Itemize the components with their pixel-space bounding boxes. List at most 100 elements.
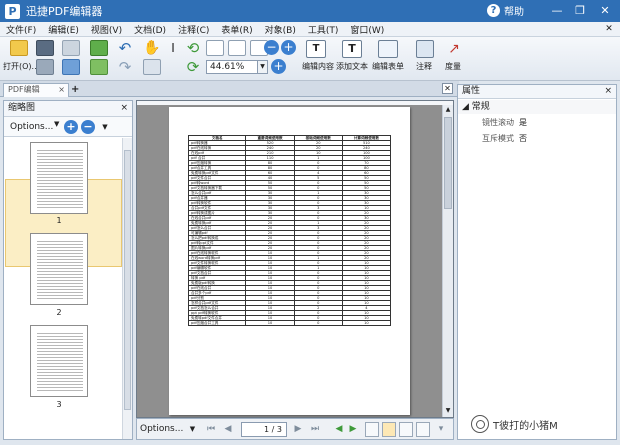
maximize-button[interactable]: ❐ bbox=[571, 3, 589, 19]
document-tab[interactable]: PDF编辑 × bbox=[3, 83, 69, 97]
edit-content-icon[interactable]: T bbox=[306, 40, 326, 58]
thumbnail-enlarge-icon[interactable]: + bbox=[64, 120, 78, 134]
facing-view-icon[interactable] bbox=[399, 422, 413, 437]
previous-page-icon[interactable]: ◀ bbox=[222, 424, 234, 435]
fit-page-icon[interactable] bbox=[228, 40, 246, 56]
property-value[interactable]: 否 bbox=[519, 132, 527, 146]
wechat-logo-icon bbox=[471, 415, 489, 433]
menu-document[interactable]: 文档(D) bbox=[128, 23, 172, 36]
property-row-exclusive[interactable]: 互斥模式 否 bbox=[458, 132, 616, 146]
thumbnail-label-2: 2 bbox=[56, 308, 62, 317]
menu-bar: 文件(F) 编辑(E) 视图(V) 文档(D) 注释(C) 表单(R) 对象(B… bbox=[0, 22, 620, 37]
scroll-down-icon[interactable]: ▼ bbox=[444, 407, 452, 414]
document-tab-title: PDF编辑 bbox=[8, 85, 40, 94]
measure-button[interactable]: 度量 bbox=[445, 61, 461, 72]
hand-tool-icon[interactable]: ✋ bbox=[143, 40, 161, 56]
back-icon[interactable]: ◀ bbox=[333, 424, 345, 435]
menu-close-icon[interactable]: ✕ bbox=[603, 23, 615, 35]
open-button[interactable]: 打开(O)... bbox=[3, 61, 39, 72]
document-viewer[interactable]: 文档名 重要词频使用数 基础词频使用数 计算词频使用数 pdf转换器 520 20 5… bbox=[136, 100, 454, 418]
thumbnails-options-dropdown[interactable]: Options... bbox=[8, 120, 60, 135]
viewer-scroll-thumb[interactable] bbox=[444, 117, 452, 209]
email-icon[interactable] bbox=[62, 59, 80, 75]
zoom-in-icon[interactable]: + bbox=[281, 40, 296, 55]
redo-icon[interactable]: ↷ bbox=[116, 59, 134, 75]
thumbnail-page-3[interactable] bbox=[30, 325, 88, 397]
property-group-general[interactable]: ◢ 常规 bbox=[458, 100, 616, 114]
chevron-down-icon: ▼ bbox=[54, 120, 60, 128]
menu-view[interactable]: 视图(V) bbox=[85, 23, 128, 36]
minimize-button[interactable]: — bbox=[548, 3, 566, 19]
table-cell: 10 bbox=[245, 320, 295, 326]
view-options-dropdown[interactable]: Options... bbox=[139, 422, 193, 437]
zoom-out-icon[interactable]: − bbox=[264, 40, 279, 55]
close-thumbnails-icon[interactable]: × bbox=[120, 101, 128, 116]
last-page-icon[interactable]: ⏭ bbox=[309, 424, 321, 435]
zoom-input[interactable]: 44.61% bbox=[206, 60, 258, 74]
close-properties-icon[interactable]: × bbox=[604, 85, 612, 98]
thumbnail-page-1[interactable] bbox=[30, 142, 88, 214]
open-folder-icon[interactable] bbox=[10, 40, 28, 56]
forward-icon[interactable]: ▶ bbox=[347, 424, 359, 435]
property-name: 互斥模式 bbox=[482, 134, 514, 143]
viewer-ruler bbox=[137, 101, 453, 105]
zoom-in-plus-icon[interactable]: + bbox=[271, 59, 286, 74]
snapshot-icon[interactable] bbox=[143, 59, 161, 75]
thumbnails-title: 缩略图 bbox=[8, 103, 36, 113]
keyword-table: 文档名 重要词频使用数 基础词频使用数 计算词频使用数 pdf转换器 520 20 5… bbox=[187, 135, 392, 326]
close-tab-icon[interactable]: × bbox=[58, 84, 65, 96]
export-icon[interactable] bbox=[90, 59, 108, 75]
annotate-icon[interactable] bbox=[416, 40, 434, 58]
menu-tools[interactable]: 工具(T) bbox=[302, 23, 345, 36]
import-icon[interactable] bbox=[90, 40, 108, 56]
facing-continuous-view-icon[interactable] bbox=[416, 422, 430, 437]
main-toolbar: 打开(O)... ↶ ↷ ✋ I ⟲ ⟳ 44.61% ▼ − + + T 编辑… bbox=[0, 37, 620, 81]
page-number-input[interactable]: 1 / 3 bbox=[241, 422, 287, 437]
thumbnail-page-2[interactable] bbox=[30, 233, 88, 305]
help-button[interactable]: ? 帮助 bbox=[487, 3, 524, 18]
scan-icon[interactable] bbox=[62, 40, 80, 56]
page-navigation-bar: Options... ▼ ⏮ ◀ 1 / 3 ▶ ⏭ ◀ ▶ ▾ bbox=[136, 418, 454, 440]
zoom-dropdown-icon[interactable]: ▼ bbox=[258, 60, 268, 74]
view-menu-icon[interactable]: ▾ bbox=[435, 424, 447, 435]
menu-comment[interactable]: 注释(C) bbox=[172, 23, 215, 36]
menu-window[interactable]: 窗口(W) bbox=[344, 23, 390, 36]
property-value[interactable]: 是 bbox=[519, 116, 527, 130]
print-icon[interactable] bbox=[36, 59, 54, 75]
continuous-view-icon[interactable] bbox=[382, 422, 396, 437]
thumbnails-scrollbar[interactable] bbox=[122, 138, 132, 439]
collapse-triangle-icon: ◢ bbox=[462, 102, 472, 112]
help-icon: ? bbox=[487, 4, 500, 17]
new-tab-icon[interactable]: + bbox=[71, 84, 79, 95]
scroll-up-icon[interactable]: ▲ bbox=[444, 106, 452, 113]
measure-icon[interactable]: ↗ bbox=[445, 40, 463, 58]
first-page-icon[interactable]: ⏮ bbox=[205, 424, 217, 435]
property-name: 镜性滚动 bbox=[482, 118, 514, 127]
menu-object[interactable]: 对象(B) bbox=[259, 23, 302, 36]
property-row-scroll[interactable]: 镜性滚动 是 bbox=[458, 116, 616, 130]
edit-form-button[interactable]: 编辑表单 bbox=[372, 61, 404, 72]
add-text-icon[interactable]: T bbox=[342, 40, 362, 58]
thumbnail-shrink-icon[interactable]: − bbox=[81, 120, 95, 134]
help-label: 帮助 bbox=[504, 7, 524, 18]
rotate-left-icon[interactable]: ⟲ bbox=[184, 40, 202, 56]
save-icon[interactable] bbox=[36, 40, 54, 56]
menu-edit[interactable]: 编辑(E) bbox=[42, 23, 85, 36]
close-document-icon[interactable]: ✕ bbox=[442, 83, 453, 94]
edit-form-icon[interactable] bbox=[378, 40, 398, 58]
undo-icon[interactable]: ↶ bbox=[116, 40, 134, 56]
thumbnail-menu-icon[interactable]: ▼ bbox=[100, 120, 110, 134]
chevron-down-icon[interactable]: ▼ bbox=[188, 423, 197, 436]
annotate-button[interactable]: 注释 bbox=[416, 61, 432, 72]
single-page-view-icon[interactable] bbox=[365, 422, 379, 437]
edit-content-button[interactable]: 编辑内容 bbox=[302, 61, 334, 72]
next-page-icon[interactable]: ▶ bbox=[292, 424, 304, 435]
actual-size-icon[interactable] bbox=[206, 40, 224, 56]
menu-form[interactable]: 表单(R) bbox=[215, 23, 258, 36]
select-text-icon[interactable]: I bbox=[164, 40, 182, 56]
menu-file[interactable]: 文件(F) bbox=[0, 23, 42, 36]
close-window-button[interactable]: ✕ bbox=[596, 3, 614, 19]
rotate-right-icon[interactable]: ⟳ bbox=[184, 59, 202, 75]
viewer-scrollbar[interactable]: ▲ ▼ bbox=[442, 105, 453, 417]
add-text-button[interactable]: 添加文本 bbox=[336, 61, 368, 72]
